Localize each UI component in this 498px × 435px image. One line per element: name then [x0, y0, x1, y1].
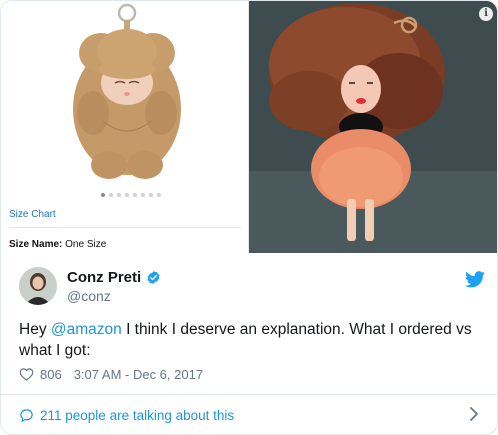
name-row: Conz Preti: [67, 269, 161, 286]
carousel-dot[interactable]: [141, 193, 145, 197]
avatar-image: [19, 267, 57, 305]
tweet-meta: 806 3:07 AM - Dec 6, 2017: [19, 367, 203, 382]
avatar[interactable]: [19, 267, 57, 305]
heart-icon[interactable]: [19, 367, 34, 382]
verified-badge-icon: [147, 270, 160, 285]
comment-bubble-icon: [20, 408, 33, 422]
carousel-dots[interactable]: [101, 193, 161, 197]
size-name-value: One Size: [65, 239, 107, 250]
timestamp[interactable]: 3:07 AM - Dec 6, 2017: [74, 367, 203, 382]
tweet-author: Conz Preti @conz: [19, 267, 489, 307]
size-chart-link[interactable]: Size Chart: [9, 209, 56, 220]
received-product-image[interactable]: i: [249, 1, 497, 253]
fur-doll-photo: [249, 1, 497, 253]
carousel-dot[interactable]: [101, 193, 105, 197]
carousel-dot[interactable]: [157, 193, 161, 197]
chevron-right-icon[interactable]: [469, 406, 479, 422]
info-icon[interactable]: i: [479, 7, 493, 21]
carousel-dot[interactable]: [125, 193, 129, 197]
twitter-bird-icon[interactable]: [465, 271, 485, 288]
display-name[interactable]: Conz Preti: [67, 269, 141, 286]
divider: [9, 227, 241, 228]
carousel-dot[interactable]: [133, 193, 137, 197]
carousel-dot[interactable]: [149, 193, 153, 197]
conversation-link[interactable]: 211 people are talking about this: [19, 405, 479, 425]
tweet-media[interactable]: Size Chart Size Name: One Size i: [1, 1, 497, 253]
tweet-text: Hey @amazon I think I deserve an explana…: [19, 319, 479, 361]
size-name: Size Name: One Size: [9, 239, 106, 250]
mention-link[interactable]: @amazon: [51, 321, 122, 338]
like-count[interactable]: 806: [40, 367, 62, 382]
handle[interactable]: @conz: [67, 288, 111, 304]
size-name-label: Size Name:: [9, 239, 63, 250]
carousel-dot[interactable]: [109, 193, 113, 197]
divider: [1, 394, 497, 395]
tweet-card: Size Chart Size Name: One Size i Conz Pr…: [0, 0, 498, 435]
carousel-dot[interactable]: [117, 193, 121, 197]
talking-text[interactable]: 211 people are talking about this: [40, 408, 234, 423]
fur-keychain-doll-image: [73, 3, 181, 179]
tweet-text-prefix: Hey: [19, 321, 51, 338]
ordered-product-image[interactable]: Size Chart Size Name: One Size: [1, 1, 249, 253]
